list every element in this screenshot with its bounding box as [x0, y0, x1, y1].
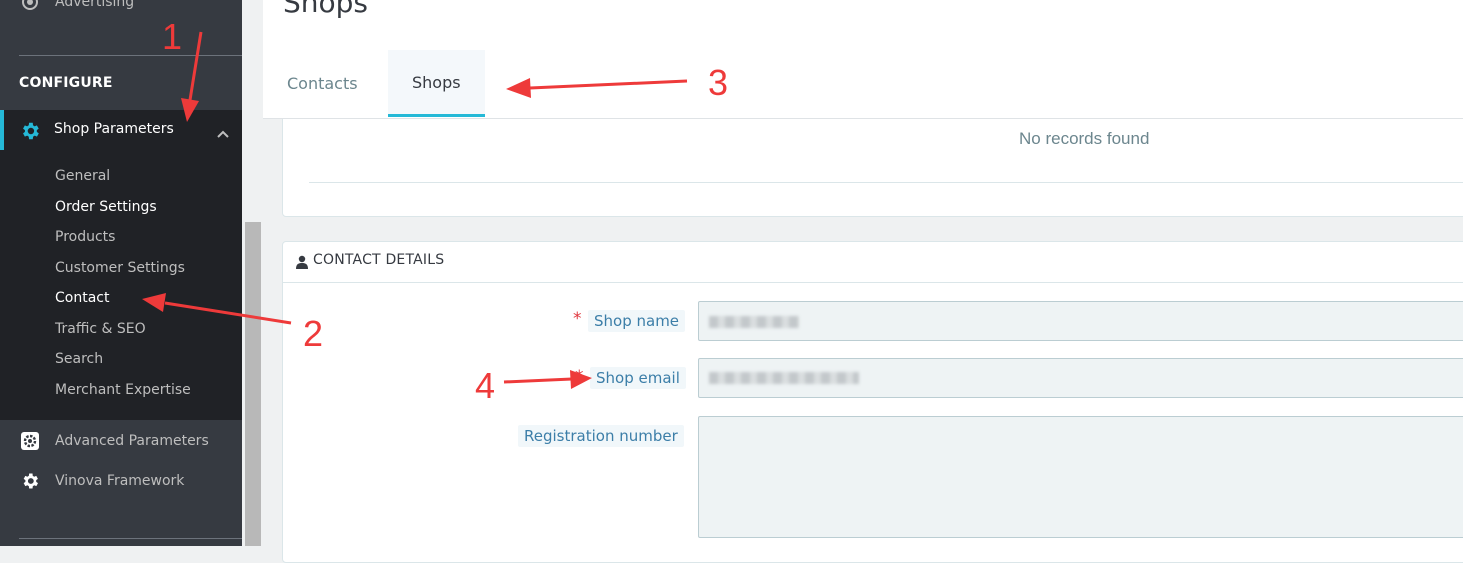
submenu-order-settings[interactable]: Order Settings: [55, 199, 157, 215]
annotation-2: 2: [303, 313, 324, 354]
sidebar-item-advanced-parameters[interactable]: Advanced Parameters: [19, 430, 209, 452]
user-icon: [295, 254, 309, 273]
shop-name-label: Shop name: [588, 310, 686, 332]
submenu-search[interactable]: Search: [55, 351, 103, 367]
shop-name-field[interactable]: [698, 301, 1463, 341]
redacted-value: [709, 316, 799, 328]
tab-shops[interactable]: Shops: [388, 50, 485, 117]
sidebar-item-advertising[interactable]: Advertising: [19, 0, 134, 12]
tab-bar: Contacts Shops: [263, 50, 1463, 119]
page-title: Shops: [283, 0, 369, 19]
shops-list-card: No records found: [282, 105, 1463, 217]
shop-email-field[interactable]: [698, 358, 1463, 398]
scrollbar-thumb[interactable]: [245, 222, 261, 546]
annotation-4: 4: [475, 365, 496, 406]
sidebar-section-title: CONFIGURE: [19, 75, 113, 91]
tab-contacts[interactable]: Contacts: [263, 50, 382, 116]
sidebar-item-label: Vinova Framework: [55, 473, 185, 489]
page-header: Shops: [263, 0, 1463, 51]
empty-state-text: No records found: [1019, 129, 1150, 148]
gear-icon: [19, 120, 41, 146]
divider: [19, 55, 242, 56]
redacted-value: [709, 372, 859, 384]
required-marker: *: [573, 309, 582, 329]
sidebar-item-label: Advertising: [55, 0, 135, 10]
target-icon: [19, 0, 41, 13]
registration-number-field[interactable]: [698, 416, 1463, 538]
required-marker: *: [575, 367, 584, 387]
sidebar-item-label: Shop Parameters: [54, 121, 174, 137]
gear-icon: [19, 470, 41, 492]
annotation-3: 3: [708, 62, 729, 103]
submenu-products[interactable]: Products: [55, 229, 115, 245]
cog-box-icon: [19, 430, 41, 452]
submenu-merchant-expertise[interactable]: Merchant Expertise: [55, 382, 191, 398]
submenu-contact[interactable]: Contact: [55, 290, 109, 306]
divider: [19, 538, 242, 539]
annotation-1: 1: [162, 16, 183, 57]
sidebar: Advertising CONFIGURE Shop Parameters Ge…: [0, 0, 242, 546]
registration-number-label: Registration number: [518, 425, 684, 447]
sidebar-item-shop-parameters[interactable]: Shop Parameters: [0, 110, 242, 150]
submenu-customer-settings[interactable]: Customer Settings: [55, 260, 185, 276]
submenu-traffic-seo[interactable]: Traffic & SEO: [55, 321, 146, 337]
empty-table-row: No records found: [309, 119, 1463, 183]
shop-email-label: Shop email: [590, 367, 686, 389]
sidebar-submenu: General Order Settings Products Customer…: [0, 150, 242, 420]
active-indicator: [0, 110, 4, 150]
submenu-general[interactable]: General: [55, 168, 110, 184]
card-title: CONTACT DETAILS: [313, 252, 445, 268]
chevron-up-icon: [216, 124, 230, 143]
sidebar-item-label: Advanced Parameters: [55, 433, 209, 449]
card-header: CONTACT DETAILS: [283, 242, 1463, 283]
sidebar-item-vinova-framework[interactable]: Vinova Framework: [19, 470, 184, 492]
